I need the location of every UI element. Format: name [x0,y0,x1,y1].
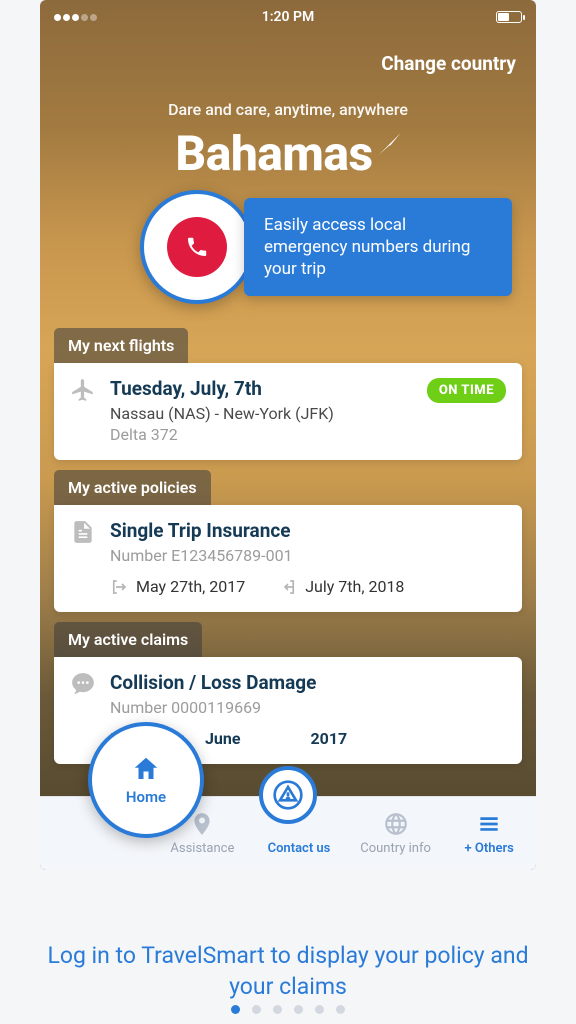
pin-icon [189,811,215,837]
menu-icon [476,811,502,837]
battery-icon [496,11,522,23]
plane-arrow-icon [379,133,401,155]
exit-icon [110,578,128,596]
flight-card[interactable]: Tuesday, July, 7th ON TIME Nassau (NAS) … [54,363,522,460]
pager-dot[interactable] [294,1005,303,1014]
destination-title: Bahamas [175,125,400,182]
home-icon [131,754,161,784]
tab-contact-highlight[interactable] [259,766,317,824]
alert-icon [272,779,304,811]
document-icon [70,519,96,545]
tab-home-highlight[interactable]: Home [88,722,204,838]
claims-section-label: My active claims [54,622,202,657]
tab-others[interactable]: + Others [444,811,534,856]
flight-status-badge: ON TIME [427,378,506,403]
chat-icon [70,671,96,697]
globe-icon [383,811,409,837]
status-bar: 1:20 PM [40,0,536,34]
change-country-link[interactable]: Change country [381,52,516,75]
emergency-tooltip: Easily access local emergency numbers du… [244,198,512,296]
pager-dot[interactable] [231,1005,240,1014]
policy-title: Single Trip Insurance [110,519,506,542]
status-time: 1:20 PM [262,9,315,25]
signal-dots [54,14,97,21]
phone-icon [167,217,227,277]
policies-section-label: My active policies [54,470,211,505]
claim-number: Number 0000119669 [110,698,506,717]
tab-country-info[interactable]: Country info [351,811,441,856]
enter-icon [279,578,297,596]
onboarding-caption: Log in to TravelSmart to display your po… [0,940,576,1002]
pager-dot[interactable] [273,1005,282,1014]
phone-screenshot: 1:20 PM Change country Dare and care, an… [40,0,536,870]
policy-start-date: May 27th, 2017 [110,577,245,596]
pager-dot[interactable] [252,1005,261,1014]
pager-dot[interactable] [336,1005,345,1014]
tagline: Dare and care, anytime, anywhere [40,100,536,119]
flights-section-label: My next flights [54,328,188,363]
flight-route: Nassau (NAS) - New-York (JFK) [110,404,506,423]
flight-carrier: Delta 372 [110,425,506,444]
policy-card[interactable]: Single Trip Insurance Number E123456789-… [54,505,522,612]
policy-end-date: July 7th, 2018 [279,577,404,596]
flight-date: Tuesday, July, 7th [110,377,262,400]
pager-dots[interactable] [0,1005,576,1014]
policy-number: Number E123456789-001 [110,546,506,565]
claim-title: Collision / Loss Damage [110,671,506,694]
pager-dot[interactable] [315,1005,324,1014]
plane-icon [70,377,96,403]
